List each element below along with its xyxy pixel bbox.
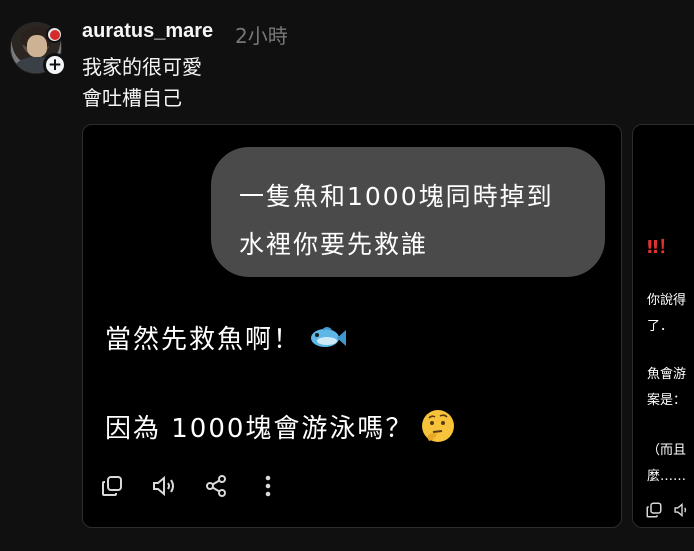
card2-exclaim: ‼！: [647, 237, 677, 258]
card2-line-3: 魚會游: [647, 367, 687, 382]
card2-line-2: 了．: [647, 319, 674, 334]
more-vertical-icon[interactable]: [255, 473, 281, 499]
share-icon[interactable]: [203, 473, 229, 499]
question-bubble: 一隻魚和1000塊同時掉到 水裡你要先救誰: [211, 147, 605, 277]
card2-line-6: 麼……: [647, 469, 687, 484]
answer-line-1: 當然先救魚啊！: [105, 319, 347, 356]
avatar-status-badge: [46, 26, 63, 43]
follow-plus-button[interactable]: +: [43, 53, 67, 77]
thinking-face-icon: [422, 410, 455, 442]
card2-line-4: 案是：: [647, 393, 687, 408]
carousel-card-1[interactable]: 一隻魚和1000塊同時掉到 水裡你要先救誰 當然先救魚啊！ 因為 1000塊會游…: [82, 124, 622, 528]
answer-line-2-text: 因為 1000塊會游泳嗎？: [105, 413, 414, 444]
post-text-line-2: 會吐槽自己: [82, 86, 182, 110]
carousel-card-2[interactable]: ‼！ 你說得 了． 魚會游 案是： （而且 麼……: [632, 124, 694, 528]
answer-line-2: 因為 1000塊會游泳嗎？: [105, 407, 457, 445]
username[interactable]: auratus_mare: [82, 20, 213, 43]
timestamp: 2小時: [235, 24, 288, 48]
card2-action-bar: [645, 501, 691, 519]
speaker-icon[interactable]: [673, 501, 691, 519]
question-line-1: 一隻魚和1000塊同時掉到: [239, 182, 554, 211]
post-text-line-1: 我家的很可愛: [82, 55, 202, 79]
card2-line-5: （而且: [647, 443, 687, 458]
copy-icon[interactable]: [645, 501, 663, 519]
card-action-bar: [99, 471, 281, 501]
fish-icon: [311, 326, 347, 347]
card2-line-1: 你說得: [647, 293, 687, 308]
avatar-face: [27, 35, 47, 57]
copy-icon[interactable]: [99, 473, 125, 499]
question-line-2: 水裡你要先救誰: [239, 230, 429, 259]
answer-line-1-text: 當然先救魚啊！: [105, 325, 302, 355]
speaker-icon[interactable]: [151, 473, 177, 499]
